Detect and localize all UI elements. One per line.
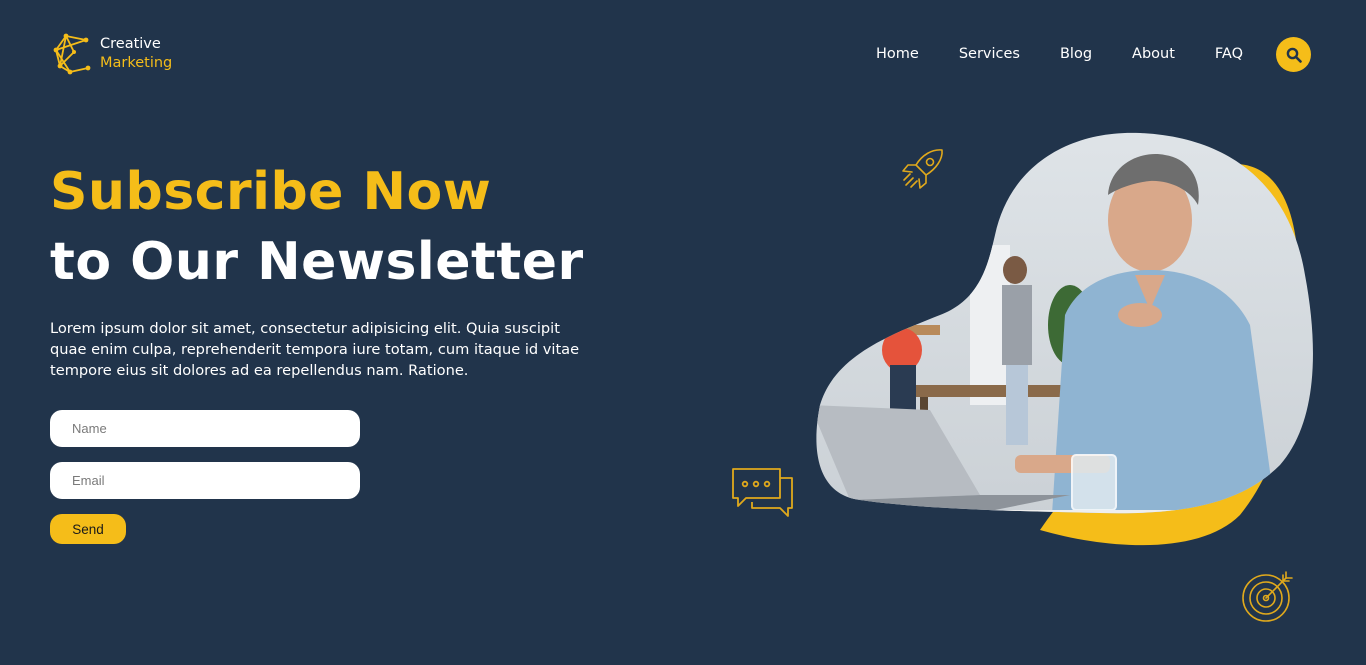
polygon-network-logo-icon <box>53 33 91 75</box>
send-button[interactable]: Send <box>50 514 126 544</box>
target-icon <box>1242 571 1293 622</box>
name-field[interactable] <box>50 410 360 447</box>
nav-item-blog[interactable]: Blog <box>1060 46 1092 62</box>
headline-primary: Subscribe Now <box>50 162 492 222</box>
nav-item-faq[interactable]: FAQ <box>1215 46 1243 62</box>
main-nav: Home Services Blog About FAQ <box>876 46 1243 62</box>
brand-logo[interactable]: Creative Marketing <box>52 32 172 76</box>
brand-line1: Creative <box>100 36 161 52</box>
brand-line2: Marketing <box>100 55 173 71</box>
search-button[interactable] <box>1276 37 1311 72</box>
nav-item-home[interactable]: Home <box>876 46 919 62</box>
search-icon <box>1286 47 1302 63</box>
nav-item-about[interactable]: About <box>1132 46 1175 62</box>
hero-person-image <box>816 132 1313 546</box>
hero-description: Lorem ipsum dolor sit amet, consectetur … <box>50 320 580 379</box>
nav-item-services[interactable]: Services <box>959 46 1020 62</box>
brand-text: Creative Marketing <box>100 35 172 73</box>
headline-secondary: to Our Newsletter <box>50 232 584 292</box>
email-field[interactable] <box>50 462 360 499</box>
chat-bubbles-icon <box>732 468 793 517</box>
